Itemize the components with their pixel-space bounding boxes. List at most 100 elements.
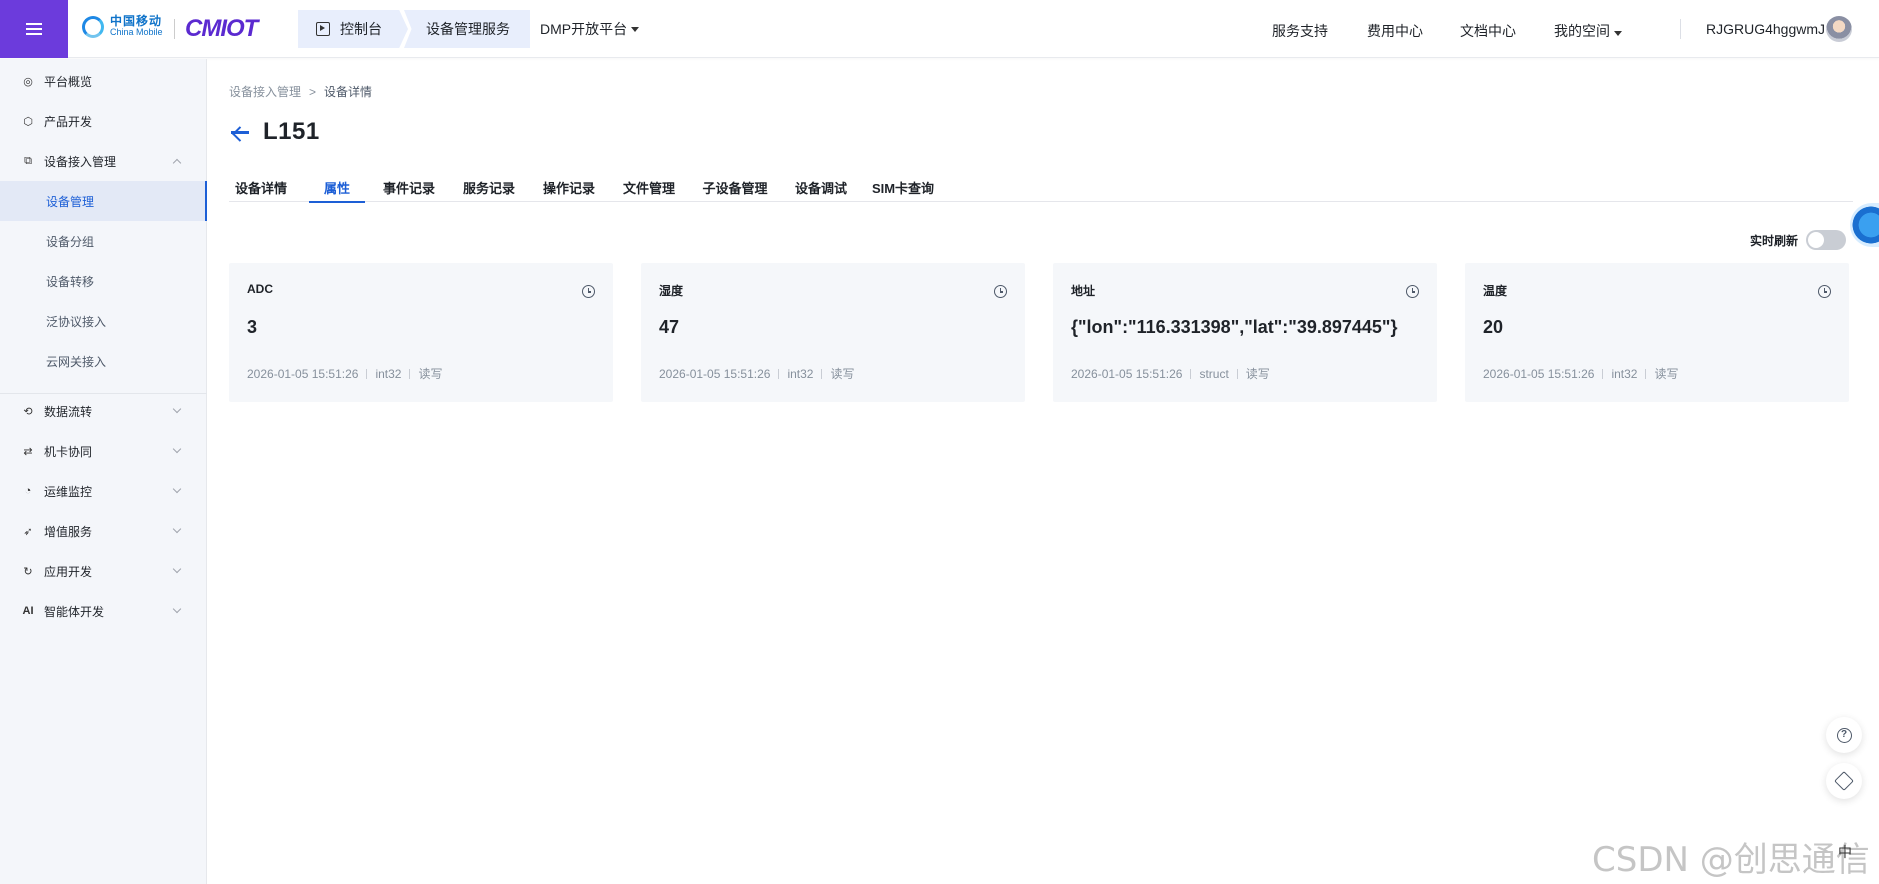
- dmp-platform-dropdown[interactable]: DMP开放平台: [530, 10, 649, 48]
- sidebar-sub-label: 设备管理: [46, 194, 95, 209]
- property-card: 温度 20 2026-01-05 15:51:26 int32 读写: [1465, 263, 1849, 402]
- breadcrumb-parent-link[interactable]: 设备接入管理: [229, 85, 301, 99]
- sidebar-item-card-sync[interactable]: ⇄ 机卡协同: [0, 431, 207, 471]
- property-value: 3: [247, 317, 258, 337]
- sidebar-item-ai-dev[interactable]: AI 智能体开发: [0, 591, 207, 631]
- sidebar-sub-generic-protocol[interactable]: 泛协议接入: [0, 301, 207, 341]
- csdn-watermark: CSDN @创思通信: [1592, 840, 1870, 880]
- chevron-up-icon: [172, 158, 182, 168]
- sidebar-item-label: 智能体开发: [44, 604, 105, 619]
- nav-billing-center[interactable]: 费用中心: [1367, 21, 1423, 41]
- property-type: struct: [1199, 366, 1229, 381]
- history-icon[interactable]: [1406, 285, 1419, 298]
- tab-service-records[interactable]: 服务记录: [459, 172, 519, 202]
- nav-docs-center[interactable]: 文档中心: [1460, 21, 1516, 41]
- nav-service-support[interactable]: 服务支持: [1272, 21, 1328, 41]
- monitor-icon: ◔: [24, 485, 32, 497]
- realtime-refresh-toggle[interactable]: [1806, 230, 1847, 250]
- realtime-refresh-label: 实时刷新: [1750, 233, 1799, 248]
- meta-divider: [366, 368, 368, 379]
- sidebar-item-product-dev[interactable]: ⬡ 产品开发: [0, 101, 207, 141]
- nav-my-space[interactable]: 我的空间: [1554, 21, 1622, 41]
- sidebar-item-label: 运维监控: [44, 484, 93, 499]
- breadcrumb-current: 设备详情: [324, 85, 373, 99]
- property-meta: 2026-01-05 15:51:26 struct 读写: [1071, 365, 1270, 382]
- property-name: 地址: [1071, 284, 1096, 298]
- property-time: 2026-01-05 15:51:26: [1483, 366, 1595, 381]
- tab-operation-records[interactable]: 操作记录: [539, 172, 599, 202]
- product-icon: ⬡: [23, 115, 33, 128]
- tab-device-details[interactable]: 设备详情: [229, 172, 293, 202]
- logo-cn-text: 中国移动: [110, 14, 163, 28]
- chevron-down-icon: [172, 444, 182, 454]
- sidebar-sub-device-transfer[interactable]: 设备转移: [0, 261, 207, 301]
- history-icon[interactable]: [582, 285, 595, 298]
- help-button[interactable]: ?: [1826, 717, 1862, 753]
- top-breadcrumb-nav: 控制台 设备管理服务 DMP开放平台: [298, 10, 649, 48]
- tab-sim-query[interactable]: SIM卡查询: [871, 172, 935, 202]
- back-to-top-icon: [1834, 771, 1854, 791]
- logo-divider: [174, 19, 175, 39]
- sidebar-item-label: 产品开发: [44, 114, 93, 129]
- menu-toggle-button[interactable]: [0, 0, 68, 58]
- sidebar-sub-label: 设备转移: [46, 274, 95, 289]
- meta-divider: [1645, 368, 1647, 379]
- console-link[interactable]: 控制台: [298, 10, 408, 48]
- sidebar-item-label: 平台概览: [44, 74, 93, 89]
- tab-device-debug[interactable]: 设备调试: [791, 172, 851, 202]
- sidebar-item-label: 设备接入管理: [44, 154, 117, 169]
- china-mobile-logo[interactable]: 中国移动 China Mobile: [80, 14, 163, 40]
- cmiot-logo[interactable]: CMIOT: [185, 15, 258, 43]
- sidebar-item-value-added[interactable]: ➶ 增值服务: [0, 511, 207, 551]
- tab-file-management[interactable]: 文件管理: [619, 172, 679, 202]
- caret-down-icon: [1614, 31, 1622, 36]
- sidebar-item-label: 应用开发: [44, 564, 93, 579]
- logo-en-text: China Mobile: [110, 27, 163, 37]
- sidebar-item-label: 数据流转: [44, 404, 93, 419]
- sidebar-sub-label: 设备分组: [46, 234, 95, 249]
- tab-properties[interactable]: 属性: [309, 172, 365, 203]
- tab-event-records[interactable]: 事件记录: [379, 172, 439, 202]
- meta-divider: [409, 368, 411, 379]
- breadcrumb: 设备接入管理 > 设备详情: [229, 83, 372, 100]
- console-icon: [316, 22, 330, 36]
- back-to-top-button[interactable]: [1826, 763, 1862, 799]
- app-dev-icon: ↻: [23, 565, 33, 578]
- top-bar: 中国移动 China Mobile CMIOT 控制台 设备管理服务 DMP开放…: [0, 0, 1879, 58]
- sidebar-item-overview[interactable]: ◎ 平台概览: [0, 61, 207, 101]
- sidebar-item-data-flow[interactable]: ⟲ 数据流转: [0, 391, 207, 431]
- meta-divider: [778, 368, 780, 379]
- chevron-down-icon: [172, 404, 182, 414]
- meta-divider: [1602, 368, 1604, 379]
- property-name: ADC: [247, 282, 273, 296]
- history-icon[interactable]: [994, 285, 1007, 298]
- property-time: 2026-01-05 15:51:26: [247, 366, 359, 381]
- console-label: 控制台: [340, 21, 382, 37]
- sidebar-item-device-access[interactable]: ⧉ 设备接入管理: [0, 141, 207, 181]
- realtime-refresh: 实时刷新: [1750, 230, 1847, 250]
- history-icon[interactable]: [1818, 285, 1831, 298]
- language-badge[interactable]: 中: [1838, 842, 1852, 862]
- property-access: 读写: [830, 367, 855, 381]
- dmp-platform-label: DMP开放平台: [540, 21, 628, 37]
- chevron-down-icon: [172, 564, 182, 574]
- data-flow-icon: ⟲: [23, 405, 33, 418]
- sidebar-sub-device-management[interactable]: 设备管理: [0, 181, 207, 221]
- chevron-down-icon: [172, 484, 182, 494]
- assistant-robot-icon[interactable]: [1850, 203, 1879, 247]
- sidebar-sub-device-group[interactable]: 设备分组: [0, 221, 207, 261]
- user-name[interactable]: RJGRUG4hggwmJ: [1706, 21, 1825, 37]
- property-meta: 2026-01-05 15:51:26 int32 读写: [659, 365, 854, 382]
- tab-sub-devices[interactable]: 子设备管理: [699, 172, 771, 202]
- overview-icon: ◎: [23, 75, 33, 88]
- page-title: L151: [263, 118, 320, 145]
- back-arrow-icon[interactable]: [229, 123, 251, 141]
- device-service-link[interactable]: 设备管理服务: [404, 10, 530, 48]
- sidebar-item-app-dev[interactable]: ↻ 应用开发: [0, 551, 207, 591]
- nav-my-space-label: 我的空间: [1554, 23, 1610, 39]
- user-avatar[interactable]: [1826, 16, 1852, 42]
- sidebar-item-ops-monitor[interactable]: ◔ 运维监控: [0, 471, 207, 511]
- property-time: 2026-01-05 15:51:26: [659, 366, 771, 381]
- sidebar-sub-cloud-gateway[interactable]: 云网关接入: [0, 341, 207, 381]
- meta-divider: [1190, 368, 1192, 379]
